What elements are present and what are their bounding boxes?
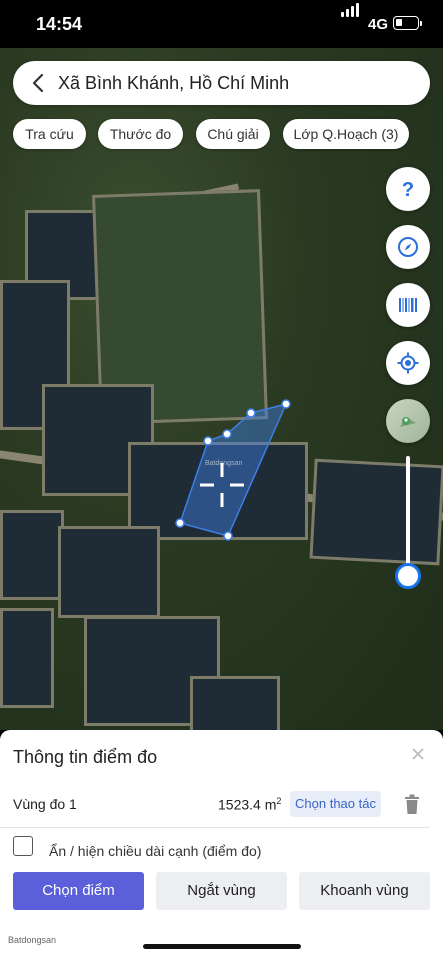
help-icon: ?	[402, 179, 414, 201]
measure-area-value: 1523.4 m2	[218, 796, 282, 813]
help-button[interactable]: ?	[386, 167, 430, 211]
measure-info-panel: Thông tin điểm đo Vùng đo 1 1523.4 m2 Ch…	[0, 730, 443, 925]
location-search-bar[interactable]: Xã Bình Khánh, Hồ Chí Minh	[13, 61, 430, 105]
layers-icon	[400, 417, 416, 427]
chip-lookup[interactable]: Tra cứu	[13, 119, 86, 149]
status-time: 14:54	[36, 14, 83, 34]
show-edge-length-label: Ẩn / hiện chiều dài cạnh (điểm đo)	[49, 843, 262, 859]
map-watermark: Batdongsan	[205, 460, 243, 467]
break-area-button[interactable]: Ngắt vùng	[156, 872, 287, 910]
compass-button[interactable]	[386, 225, 430, 269]
select-point-button[interactable]: Chọn điểm	[13, 872, 144, 910]
bottom-bar: Batdongsan	[0, 925, 443, 960]
locate-icon	[397, 352, 419, 374]
satellite-map[interactable]: Batdongsan	[0, 48, 443, 730]
battery-icon	[393, 16, 419, 30]
divider	[0, 827, 430, 828]
trash-icon[interactable]	[402, 793, 422, 815]
barcode-button[interactable]	[386, 283, 430, 327]
back-arrow-icon[interactable]	[27, 71, 51, 95]
locate-button[interactable]	[386, 341, 430, 385]
network-type: 4G	[368, 16, 389, 33]
measure-polygon[interactable]	[0, 48, 443, 730]
brand-logo: Batdongsan	[8, 935, 57, 945]
draw-area-button[interactable]: Khoanh vùng	[299, 872, 430, 910]
chip-measure[interactable]: Thước đo	[98, 119, 183, 149]
close-icon[interactable]	[408, 744, 428, 764]
compass-icon	[398, 237, 418, 257]
show-edge-length-checkbox[interactable]	[13, 836, 33, 856]
svg-text:?: ?	[402, 179, 414, 201]
panel-title: Thông tin điểm đo	[13, 747, 158, 767]
measure-area-label: Vùng đo 1	[13, 796, 77, 812]
status-bar: 14:54 4G	[0, 0, 443, 48]
chip-legend[interactable]: Chú giải	[196, 119, 270, 149]
map-layer-button[interactable]	[386, 399, 430, 443]
home-indicator[interactable]	[143, 944, 301, 949]
zoom-slider-knob[interactable]	[395, 563, 421, 589]
chip-planning-layer[interactable]: Lớp Q.Hoạch (3)	[283, 119, 409, 149]
zoom-slider-track[interactable]	[406, 456, 410, 576]
location-title: Xã Bình Khánh, Hồ Chí Minh	[58, 73, 290, 93]
choose-action-button[interactable]: Chọn thao tác	[290, 791, 381, 817]
barcode-icon	[399, 298, 417, 312]
